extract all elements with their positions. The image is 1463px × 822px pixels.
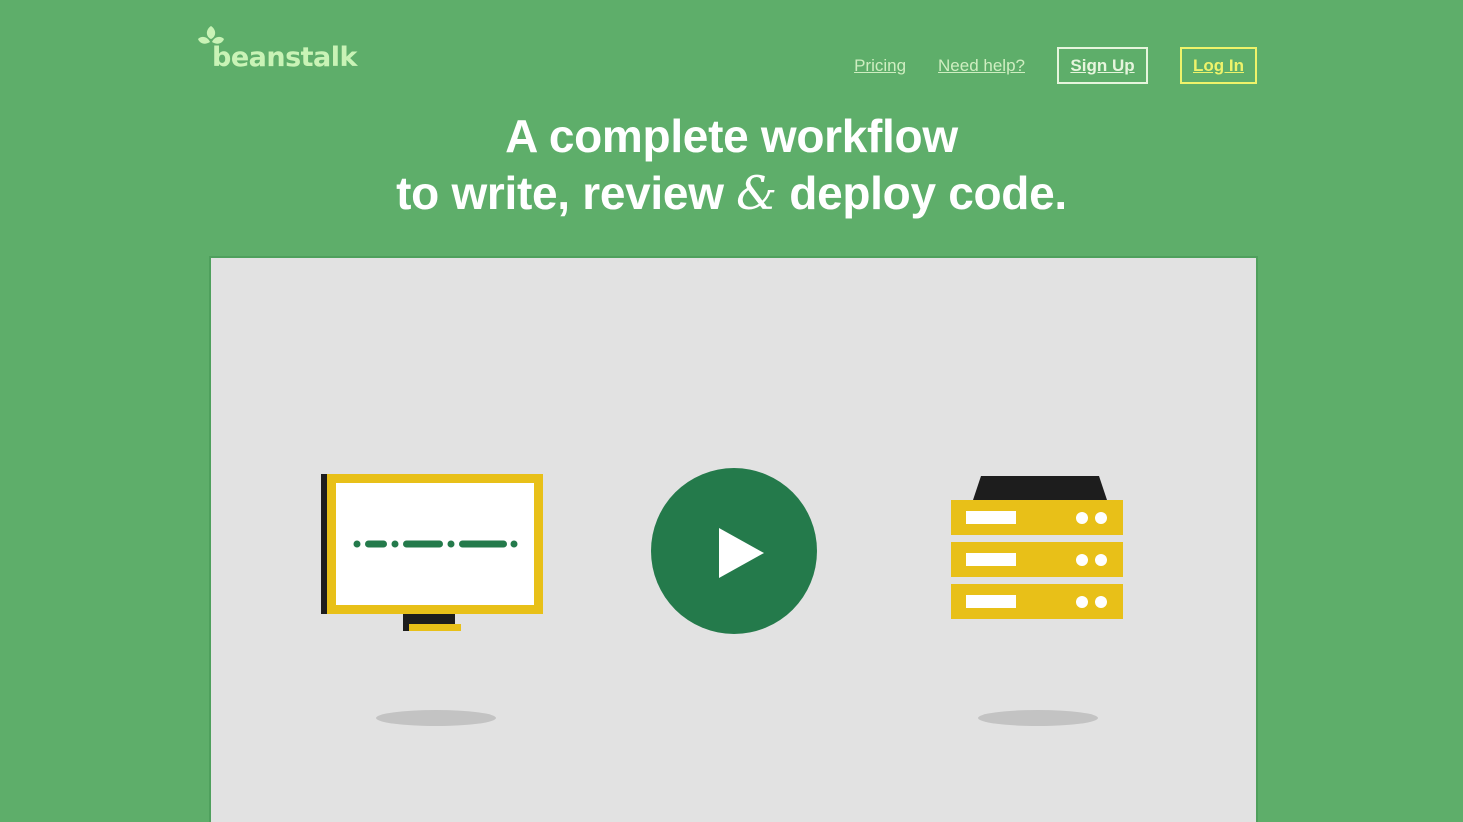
- top-nav: Pricing Need help? Sign Up Log In: [822, 47, 1257, 84]
- video-panel[interactable]: [209, 256, 1258, 822]
- nav-help-link[interactable]: Need help?: [938, 56, 1025, 76]
- server-icon: [951, 476, 1123, 726]
- headline-line-2-start: to write, review: [396, 167, 737, 219]
- monitor-icon: [321, 474, 543, 726]
- signup-button[interactable]: Sign Up: [1057, 47, 1148, 84]
- login-button[interactable]: Log In: [1180, 47, 1257, 84]
- brand-name: beanstalk: [212, 42, 358, 73]
- page: beanstalk Pricing Need help? Sign Up Log…: [0, 0, 1463, 822]
- headline-line-1: A complete workflow: [505, 110, 958, 162]
- page-headline: A complete workflow to write, review & d…: [0, 108, 1463, 222]
- headline-ampersand: &: [736, 166, 777, 220]
- nav-pricing-link[interactable]: Pricing: [854, 56, 906, 76]
- headline-line-2-end: deploy code.: [776, 167, 1067, 219]
- workflow-illustration: [321, 468, 1123, 726]
- play-icon[interactable]: [651, 468, 817, 634]
- sprout-icon: [198, 26, 224, 44]
- beanstalk-logo[interactable]: beanstalk: [196, 24, 358, 76]
